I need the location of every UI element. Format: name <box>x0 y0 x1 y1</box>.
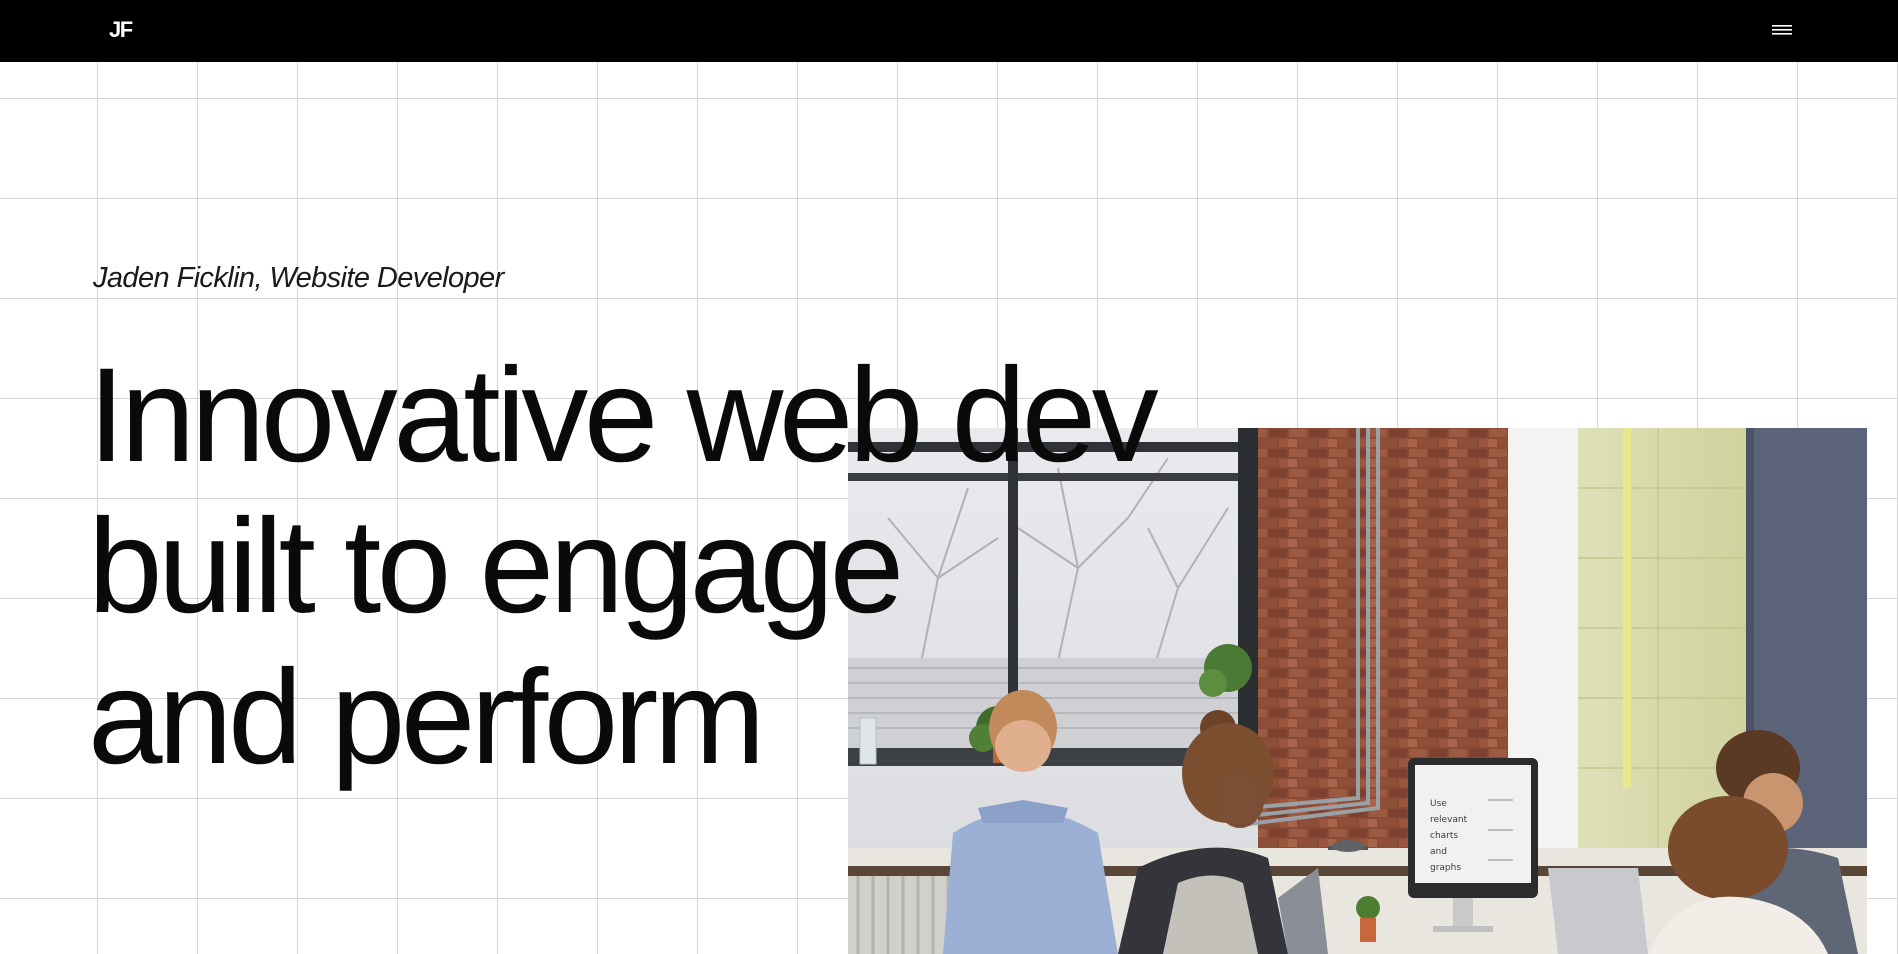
top-navigation-bar: JF <box>0 0 1898 62</box>
screen-text-2: relevant <box>1430 815 1468 825</box>
site-logo[interactable]: JF <box>109 16 133 44</box>
headline-line-2: built to engage <box>88 492 904 641</box>
screen-text-5: graphs <box>1430 863 1461 873</box>
headline-line-3: and perform <box>88 643 765 792</box>
headline-line-1: Innovative web dev <box>88 341 1159 490</box>
screen-text-3: charts <box>1430 831 1458 841</box>
screen-text-1: Use <box>1430 799 1447 809</box>
screen-text-4: and <box>1430 847 1447 857</box>
hero-headline: Innovative web dev built to engage and p… <box>88 340 1159 793</box>
hero-subtitle: Jaden Ficklin, Website Developer <box>93 262 504 294</box>
hamburger-menu-icon[interactable] <box>1769 22 1795 40</box>
